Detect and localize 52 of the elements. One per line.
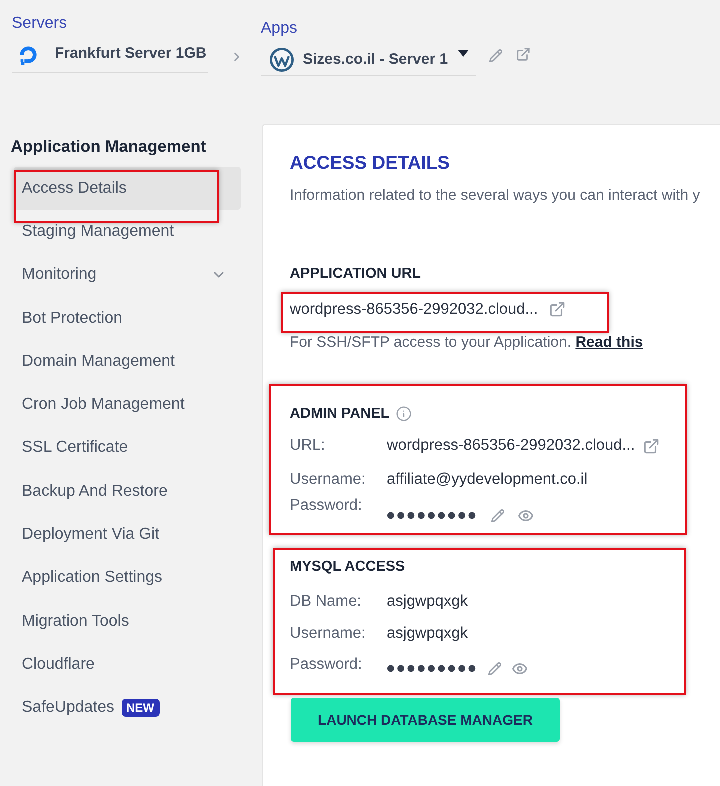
sidebar-item[interactable]: Deployment Via Git xyxy=(14,513,241,557)
app-selector[interactable]: Sizes.co.il - Server 1 xyxy=(261,44,476,76)
sidebar-item[interactable]: Cron Job Management xyxy=(14,383,241,427)
masked-password: ●●●●●●●●● xyxy=(387,510,478,523)
edit-icon[interactable] xyxy=(491,509,506,523)
edit-icon[interactable] xyxy=(489,49,503,63)
section-heading: ADMIN PANEL xyxy=(290,405,390,424)
sidebar-item[interactable]: Cloudflare xyxy=(14,643,241,687)
sidebar-item[interactable]: Access Details xyxy=(14,167,241,210)
sidebar-item[interactable]: Application Settings xyxy=(14,556,241,600)
field-label: Password: xyxy=(290,655,364,675)
field-label: Username: xyxy=(290,624,367,644)
ssh-access-note: For SSH/SFTP access to your Application. Read this xyxy=(290,334,644,352)
breadcrumb-label: Apps xyxy=(261,20,298,38)
field-value: asjgwpqxgk xyxy=(387,624,468,644)
field-label: URL: xyxy=(290,436,326,456)
external-link-icon[interactable] xyxy=(516,47,531,62)
external-link-icon[interactable] xyxy=(549,301,566,318)
sidebar-item[interactable]: Staging Management xyxy=(14,210,241,254)
edit-icon[interactable] xyxy=(488,662,502,676)
app-logo-icon xyxy=(270,48,294,72)
field-value: affiliate@yydevelopment.co.il xyxy=(387,470,588,490)
field-label: Username: xyxy=(290,470,367,490)
ring-logo-icon xyxy=(18,44,39,66)
section-heading: MYSQL ACCESS xyxy=(290,558,406,577)
eye-icon[interactable] xyxy=(512,661,528,677)
external-link-icon[interactable] xyxy=(643,438,660,454)
sidebar-item[interactable]: Migration Tools xyxy=(14,600,241,644)
sidebar-item[interactable]: SafeUpdates NEW xyxy=(14,686,241,730)
application-url: wordpress-865356-2992032.cloud... xyxy=(290,300,538,320)
sidebar-item[interactable]: Backup And Restore xyxy=(14,470,241,514)
sidebar-item[interactable]: Bot Protection xyxy=(14,296,241,340)
sidebar-item[interactable]: SSL Certificate xyxy=(14,426,241,470)
section-heading: APPLICATION URL xyxy=(290,265,422,284)
sidebar-item[interactable]: Domain Management xyxy=(14,340,241,384)
caret-down-icon xyxy=(458,50,469,57)
sidebar-heading: Application Management xyxy=(10,137,208,158)
sidebar-item[interactable]: Monitoring xyxy=(14,254,241,297)
page-title: ACCESS DETAILS xyxy=(290,152,452,174)
eye-icon[interactable] xyxy=(518,508,534,524)
masked-password: ●●●●●●●●● xyxy=(387,663,478,676)
field-value: asjgwpqxgk xyxy=(387,592,468,612)
info-icon[interactable] xyxy=(396,406,412,422)
field-value: wordpress-865356-2992032.cloud... xyxy=(387,436,636,456)
server-selector[interactable]: Frankfurt Server 1GB xyxy=(12,42,208,73)
read-this-link[interactable]: Read this xyxy=(576,334,644,351)
field-label: DB Name: xyxy=(290,592,362,612)
launch-database-manager-button[interactable]: LAUNCH DATABASE MANAGER xyxy=(291,698,560,742)
field-label: Password: xyxy=(290,496,364,516)
breadcrumb-label: Servers xyxy=(12,14,68,34)
new-badge: NEW xyxy=(122,699,160,718)
page-description: Information related to the several ways you can interact with y xyxy=(290,186,700,206)
